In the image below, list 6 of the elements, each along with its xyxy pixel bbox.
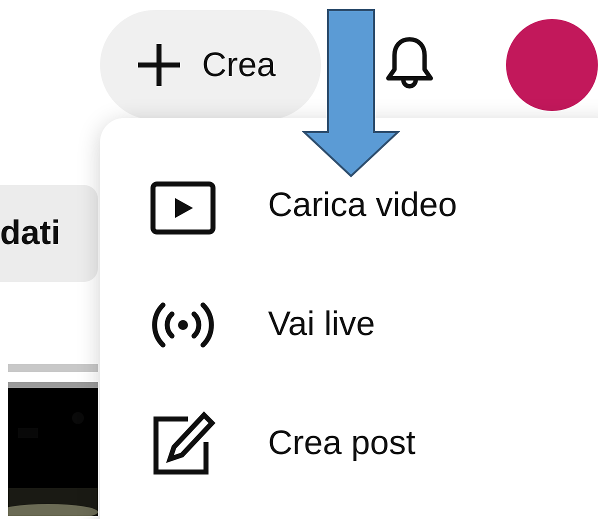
create-button[interactable]: Crea	[100, 10, 321, 120]
menu-item[interactable]: Carica video	[268, 186, 457, 225]
menu-item[interactable]: Crea post	[268, 424, 416, 463]
menu-item[interactable]: Vai live	[268, 305, 376, 344]
plus-icon	[136, 42, 182, 88]
filter-chip[interactable]: dati	[0, 185, 98, 282]
